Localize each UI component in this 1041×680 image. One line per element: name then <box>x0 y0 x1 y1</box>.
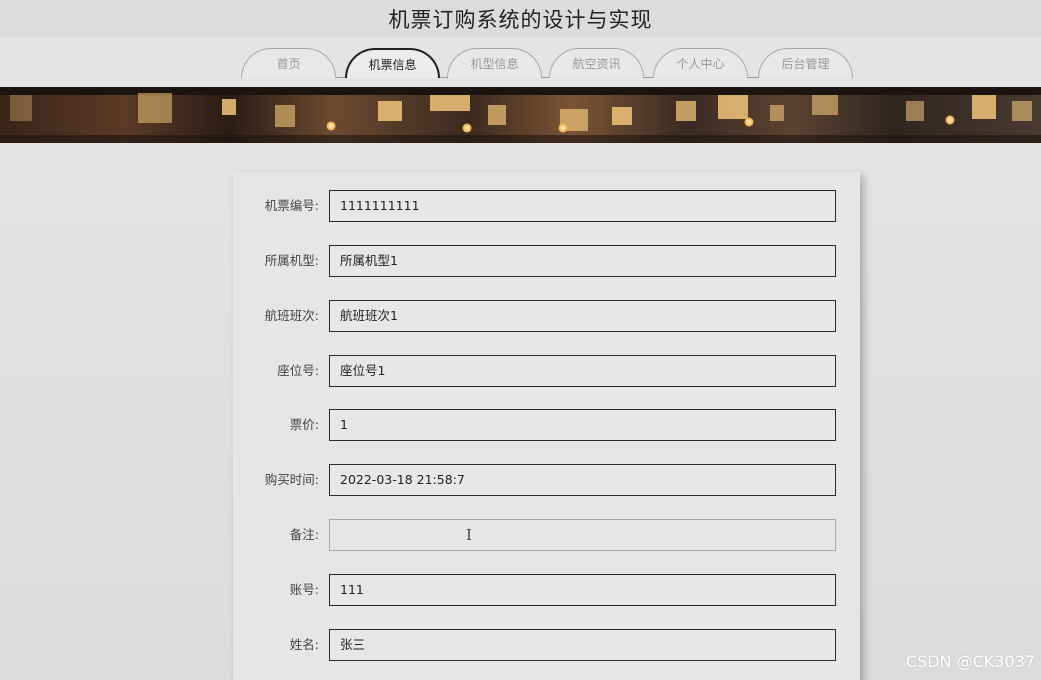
form-row-ticket-price: 票价: 1 <box>233 409 860 441</box>
form-row-name: 姓名: 张三 <box>233 629 860 661</box>
remarks-field[interactable] <box>329 519 836 551</box>
main-nav: 首页 机票信息 机型信息 航空资讯 个人中心 后台管理 <box>0 37 1041 87</box>
title-bar: 机票订购系统的设计与实现 <box>0 0 1041 37</box>
purchase-time-field[interactable]: 2022-03-18 21:58:7 <box>329 464 836 496</box>
text-cursor-icon: I <box>466 526 472 544</box>
banner-image <box>0 87 1041 143</box>
tab-admin[interactable]: 后台管理 <box>758 48 853 78</box>
name-label: 姓名: <box>289 637 319 652</box>
aircraft-model-field[interactable]: 所属机型1 <box>329 245 836 277</box>
form-row-aircraft-model: 所属机型: 所属机型1 <box>233 245 860 277</box>
account-field[interactable]: 111 <box>329 574 836 606</box>
purchase-time-label: 购买时间: <box>264 472 319 487</box>
tab-aircraft-info[interactable]: 机型信息 <box>447 48 542 78</box>
form-row-flight-number: 航班班次: 航班班次1 <box>233 300 860 332</box>
seat-number-label: 座位号: <box>277 363 319 378</box>
aircraft-model-label: 所属机型: <box>264 253 319 268</box>
ticket-detail-form: 机票编号: 1111111111 所属机型: 所属机型1 航班班次: 航班班次1… <box>233 172 860 680</box>
name-field[interactable]: 张三 <box>329 629 836 661</box>
tab-home[interactable]: 首页 <box>241 48 336 78</box>
remarks-label: 备注: <box>289 527 319 542</box>
form-row-ticket-number: 机票编号: 1111111111 <box>233 190 860 222</box>
ticket-number-field[interactable]: 1111111111 <box>329 190 836 222</box>
ticket-price-field[interactable]: 1 <box>329 409 836 441</box>
page-title: 机票订购系统的设计与实现 <box>388 7 653 32</box>
ticket-number-label: 机票编号: <box>264 198 319 213</box>
form-row-purchase-time: 购买时间: 2022-03-18 21:58:7 <box>233 464 860 496</box>
form-row-account: 账号: 111 <box>233 574 860 606</box>
tab-personal-center[interactable]: 个人中心 <box>653 48 748 78</box>
flight-number-label: 航班班次: <box>264 308 319 323</box>
form-row-remarks: 备注: I <box>233 519 860 551</box>
watermark: CSDN @CK3037 <box>905 652 1035 671</box>
seat-number-field[interactable]: 座位号1 <box>329 355 836 387</box>
tab-ticket-info[interactable]: 机票信息 <box>345 48 440 78</box>
ticket-price-label: 票价: <box>289 417 319 432</box>
tab-aviation-news[interactable]: 航空资讯 <box>549 48 644 78</box>
flight-number-field[interactable]: 航班班次1 <box>329 300 836 332</box>
account-label: 账号: <box>289 582 319 597</box>
form-row-seat-number: 座位号: 座位号1 <box>233 355 860 387</box>
